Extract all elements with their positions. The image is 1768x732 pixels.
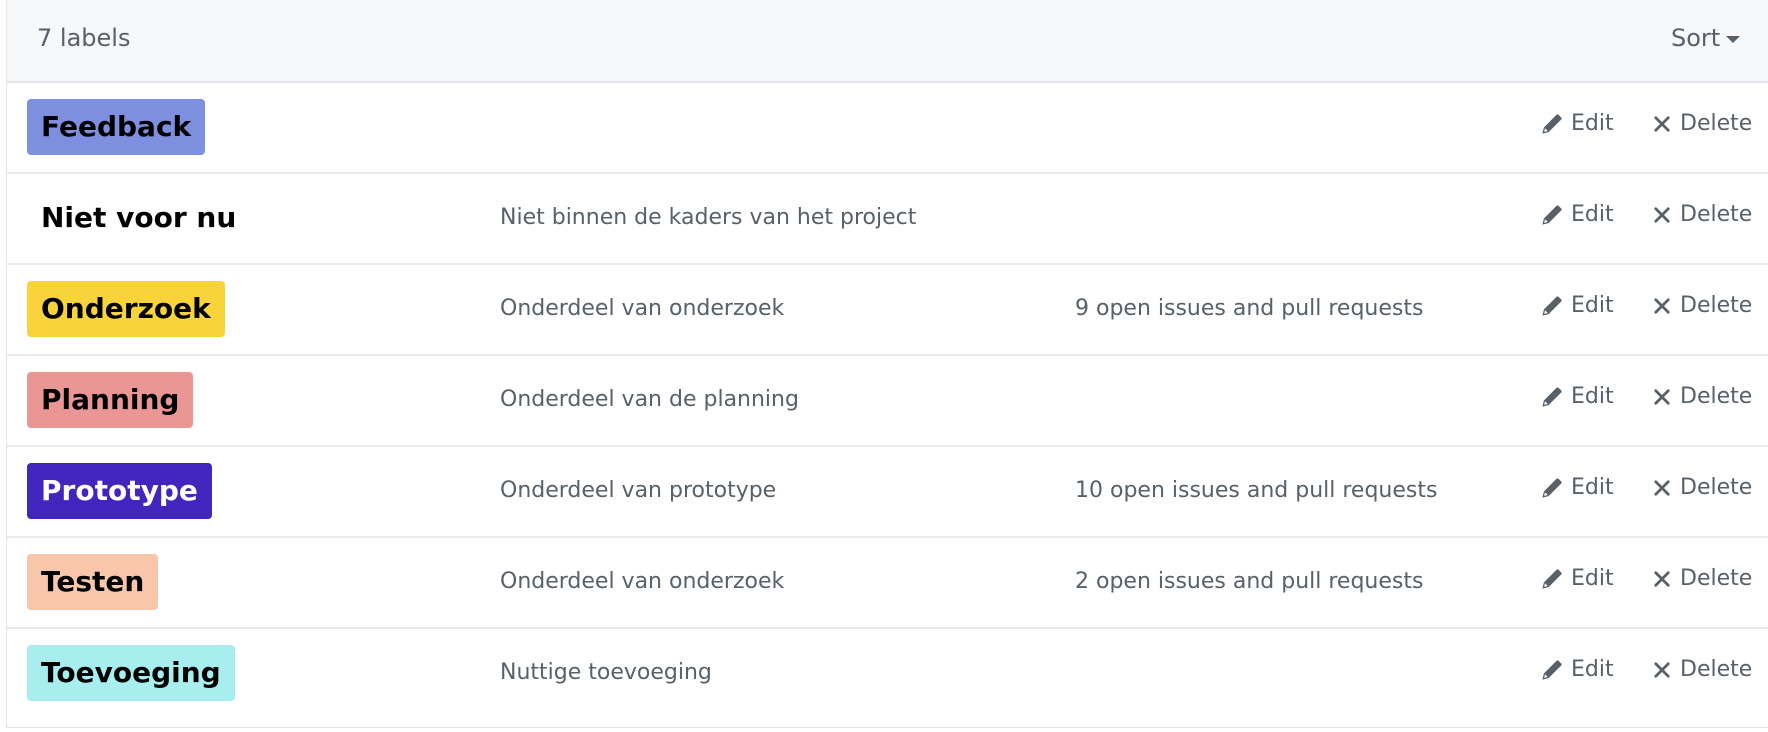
label-description: Onderdeel van prototype [500, 478, 777, 503]
pencil-icon [1542, 204, 1562, 225]
label-issues-link[interactable]: 2 open issues and pull requests [1075, 569, 1423, 594]
label-badge[interactable]: Prototype [27, 463, 212, 519]
delete-button[interactable]: Delete [1652, 202, 1752, 227]
labels-list: 7 labels Sort Feedback Edit Delete Niet … [6, 0, 1768, 728]
delete-button[interactable]: Delete [1652, 111, 1752, 136]
label-description: Onderdeel van onderzoek [500, 296, 785, 321]
edit-button[interactable]: Edit [1541, 475, 1614, 500]
edit-label: Edit [1571, 111, 1614, 136]
label-row: Prototype Onderdeel van prototype 10 ope… [7, 447, 1768, 538]
pencil-icon [1542, 386, 1562, 407]
delete-button[interactable]: Delete [1652, 566, 1752, 591]
edit-button[interactable]: Edit [1541, 111, 1614, 136]
delete-label: Delete [1680, 202, 1753, 227]
label-row: Planning Onderdeel van de planning Edit … [7, 356, 1768, 447]
label-badge[interactable]: Planning [27, 372, 194, 428]
edit-label: Edit [1571, 202, 1614, 227]
close-icon [1654, 388, 1670, 405]
edit-button[interactable]: Edit [1541, 566, 1614, 591]
label-row: Feedback Edit Delete [7, 83, 1768, 174]
delete-button[interactable]: Delete [1652, 384, 1752, 409]
labels-header: 7 labels Sort [7, 0, 1768, 83]
edit-button[interactable]: Edit [1541, 384, 1614, 409]
pencil-icon [1542, 568, 1562, 589]
label-row: Niet voor nu Niet binnen de kaders van h… [7, 174, 1768, 265]
label-badge[interactable]: Testen [27, 554, 159, 610]
label-badge[interactable]: Onderzoek [27, 281, 225, 337]
delete-label: Delete [1680, 111, 1753, 136]
close-icon [1654, 661, 1670, 678]
close-icon [1654, 479, 1670, 496]
label-badge[interactable]: Niet voor nu [27, 190, 251, 246]
delete-label: Delete [1680, 384, 1753, 409]
label-row: Testen Onderdeel van onderzoek 2 open is… [7, 538, 1768, 629]
label-description: Nuttige toevoeging [500, 660, 712, 685]
edit-label: Edit [1571, 566, 1614, 591]
edit-label: Edit [1571, 657, 1614, 682]
delete-label: Delete [1680, 475, 1753, 500]
pencil-icon [1542, 477, 1562, 498]
edit-button[interactable]: Edit [1541, 293, 1614, 318]
sort-label: Sort [1671, 24, 1721, 52]
label-issues-link[interactable]: 10 open issues and pull requests [1075, 478, 1437, 503]
pencil-icon [1542, 113, 1562, 134]
label-badge[interactable]: Toevoeging [27, 645, 235, 701]
label-description: Niet binnen de kaders van het project [500, 205, 917, 230]
edit-label: Edit [1571, 384, 1614, 409]
close-icon [1654, 206, 1670, 223]
close-icon [1654, 570, 1670, 587]
label-issues-link[interactable]: 9 open issues and pull requests [1075, 296, 1423, 321]
caret-down-icon [1726, 35, 1741, 43]
edit-label: Edit [1571, 475, 1614, 500]
delete-button[interactable]: Delete [1652, 293, 1752, 318]
delete-label: Delete [1680, 566, 1753, 591]
labels-rows: Feedback Edit Delete Niet voor nu Niet b… [7, 83, 1768, 720]
close-icon [1654, 297, 1670, 314]
label-description: Onderdeel van de planning [500, 387, 799, 412]
pencil-icon [1542, 295, 1562, 316]
labels-count: 7 labels [37, 24, 131, 52]
delete-button[interactable]: Delete [1652, 657, 1752, 682]
sort-dropdown[interactable]: Sort [1671, 24, 1741, 52]
pencil-icon [1542, 659, 1562, 680]
edit-label: Edit [1571, 293, 1614, 318]
label-description: Onderdeel van onderzoek [500, 569, 785, 594]
delete-label: Delete [1680, 657, 1753, 682]
label-row: Onderzoek Onderdeel van onderzoek 9 open… [7, 265, 1768, 356]
delete-button[interactable]: Delete [1652, 475, 1752, 500]
label-badge[interactable]: Feedback [27, 99, 206, 155]
label-row: Toevoeging Nuttige toevoeging Edit Delet… [7, 629, 1768, 720]
edit-button[interactable]: Edit [1541, 202, 1614, 227]
edit-button[interactable]: Edit [1541, 657, 1614, 682]
delete-label: Delete [1680, 293, 1753, 318]
close-icon [1654, 115, 1670, 132]
